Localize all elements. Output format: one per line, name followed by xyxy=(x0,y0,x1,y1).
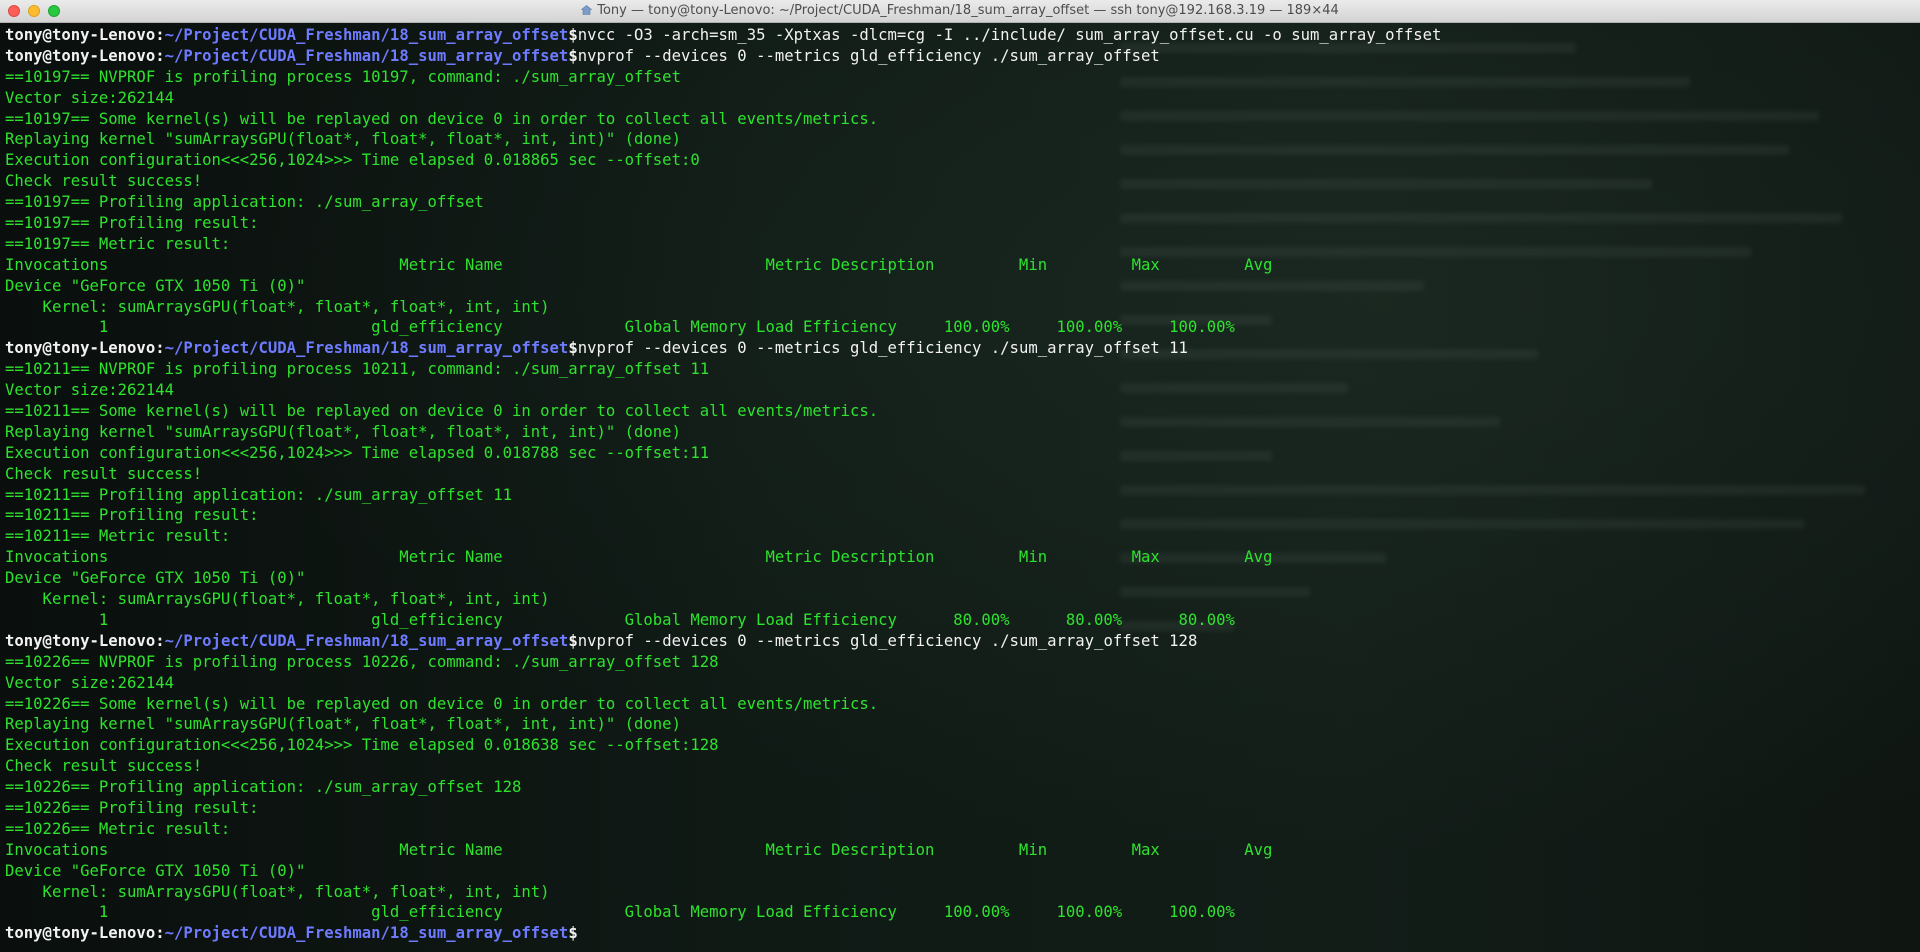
prompt-user: tony@tony-Lenovo: xyxy=(5,631,165,650)
prompt-suffix: $ xyxy=(568,631,578,650)
output-line: Invocations Metric Name Metric Descripti… xyxy=(5,548,1273,567)
output-line: ==10197== Profiling result: xyxy=(5,214,259,233)
prompt-path: ~/Project/CUDA_Freshman/18_sum_array_off… xyxy=(164,339,569,358)
command-text: nvprof --devices 0 --metrics gld_efficie… xyxy=(577,46,1160,65)
prompt-path: ~/Project/CUDA_Freshman/18_sum_array_off… xyxy=(164,631,569,650)
output-line: 1 gld_efficiency Global Memory Load Effi… xyxy=(5,610,1235,629)
command-text: nvprof --devices 0 --metrics gld_efficie… xyxy=(577,631,1198,650)
output-line: ==10226== Profiling application: ./sum_a… xyxy=(5,778,522,797)
output-line: Vector size:262144 xyxy=(5,673,174,692)
output-line: ==10197== Metric result: xyxy=(5,234,231,253)
prompt-line: tony@tony-Lenovo:~/Project/CUDA_Freshman… xyxy=(5,338,1441,359)
output-line: ==10226== NVPROF is profiling process 10… xyxy=(5,652,719,671)
prompt-line: tony@tony-Lenovo:~/Project/CUDA_Freshman… xyxy=(5,631,1441,652)
output-line: Device "GeForce GTX 1050 Ti (0)" xyxy=(5,569,306,588)
output-line: Invocations Metric Name Metric Descripti… xyxy=(5,255,1273,274)
output-line: ==10211== Profiling result: xyxy=(5,506,259,525)
output-line: Vector size:262144 xyxy=(5,88,174,107)
output-line: ==10226== Profiling result: xyxy=(5,798,259,817)
output-line: Device "GeForce GTX 1050 Ti (0)" xyxy=(5,861,306,880)
output-line: Vector size:262144 xyxy=(5,381,174,400)
window-title: Tony — tony@tony-Lenovo: ~/Project/CUDA_… xyxy=(0,3,1920,18)
command-text: nvprof --devices 0 --metrics gld_efficie… xyxy=(577,339,1188,358)
output-line: 1 gld_efficiency Global Memory Load Effi… xyxy=(5,903,1235,922)
output-line: Kernel: sumArraysGPU(float*, float*, flo… xyxy=(5,297,550,316)
output-line: ==10197== NVPROF is profiling process 10… xyxy=(5,67,681,86)
output-line: ==10211== Metric result: xyxy=(5,527,231,546)
prompt-path: ~/Project/CUDA_Freshman/18_sum_array_off… xyxy=(164,924,569,943)
prompt-suffix: $ xyxy=(568,924,578,943)
prompt-suffix: $ xyxy=(568,26,578,44)
terminal-output: tony@tony-Lenovo:~/Project/CUDA_Freshman… xyxy=(5,25,1441,944)
prompt-user: tony@tony-Lenovo: xyxy=(5,46,165,65)
output-line: 1 gld_efficiency Global Memory Load Effi… xyxy=(5,318,1235,337)
home-folder-icon xyxy=(581,5,593,15)
output-line: ==10211== Profiling application: ./sum_a… xyxy=(5,485,512,504)
prompt-user: tony@tony-Lenovo: xyxy=(5,26,165,44)
output-line: ==10226== Metric result: xyxy=(5,819,231,838)
output-line: ==10197== Some kernel(s) will be replaye… xyxy=(5,109,879,128)
output-line: Check result success! xyxy=(5,757,203,776)
prompt-line: tony@tony-Lenovo:~/Project/CUDA_Freshman… xyxy=(5,923,1441,944)
prompt-user: tony@tony-Lenovo: xyxy=(5,924,165,943)
window-title-text: Tony — tony@tony-Lenovo: ~/Project/CUDA_… xyxy=(597,3,1339,18)
command-text: nvcc -O3 -arch=sm_35 -Xptxas -dlcm=cg -I… xyxy=(577,26,1442,44)
output-line: Check result success! xyxy=(5,464,203,483)
output-line: Execution configuration<<<256,1024>>> Ti… xyxy=(5,736,719,755)
prompt-path: ~/Project/CUDA_Freshman/18_sum_array_off… xyxy=(164,46,569,65)
prompt-path: ~/Project/CUDA_Freshman/18_sum_array_off… xyxy=(164,26,569,44)
output-line: Device "GeForce GTX 1050 Ti (0)" xyxy=(5,276,306,295)
output-line: Replaying kernel "sumArraysGPU(float*, f… xyxy=(5,715,681,734)
output-line: Check result success! xyxy=(5,172,203,191)
output-line: ==10211== NVPROF is profiling process 10… xyxy=(5,360,710,379)
output-line: Execution configuration<<<256,1024>>> Ti… xyxy=(5,443,710,462)
output-line: ==10197== Profiling application: ./sum_a… xyxy=(5,193,484,212)
prompt-line: tony@tony-Lenovo:~/Project/CUDA_Freshman… xyxy=(5,46,1441,67)
output-line: Kernel: sumArraysGPU(float*, float*, flo… xyxy=(5,590,550,609)
output-line: Replaying kernel "sumArraysGPU(float*, f… xyxy=(5,422,681,441)
prompt-line: tony@tony-Lenovo:~/Project/CUDA_Freshman… xyxy=(5,25,1441,46)
output-line: ==10226== Some kernel(s) will be replaye… xyxy=(5,694,879,713)
terminal-content[interactable]: tony@tony-Lenovo:~/Project/CUDA_Freshman… xyxy=(0,23,1920,952)
title-bar: Tony — tony@tony-Lenovo: ~/Project/CUDA_… xyxy=(0,0,1920,23)
prompt-suffix: $ xyxy=(568,339,578,358)
output-line: Execution configuration<<<256,1024>>> Ti… xyxy=(5,151,700,170)
output-line: Kernel: sumArraysGPU(float*, float*, flo… xyxy=(5,882,550,901)
output-line: Replaying kernel "sumArraysGPU(float*, f… xyxy=(5,130,681,149)
terminal-window: Tony — tony@tony-Lenovo: ~/Project/CUDA_… xyxy=(0,0,1920,952)
output-line: ==10211== Some kernel(s) will be replaye… xyxy=(5,402,879,421)
output-line: Invocations Metric Name Metric Descripti… xyxy=(5,840,1273,859)
prompt-suffix: $ xyxy=(568,46,578,65)
prompt-user: tony@tony-Lenovo: xyxy=(5,339,165,358)
